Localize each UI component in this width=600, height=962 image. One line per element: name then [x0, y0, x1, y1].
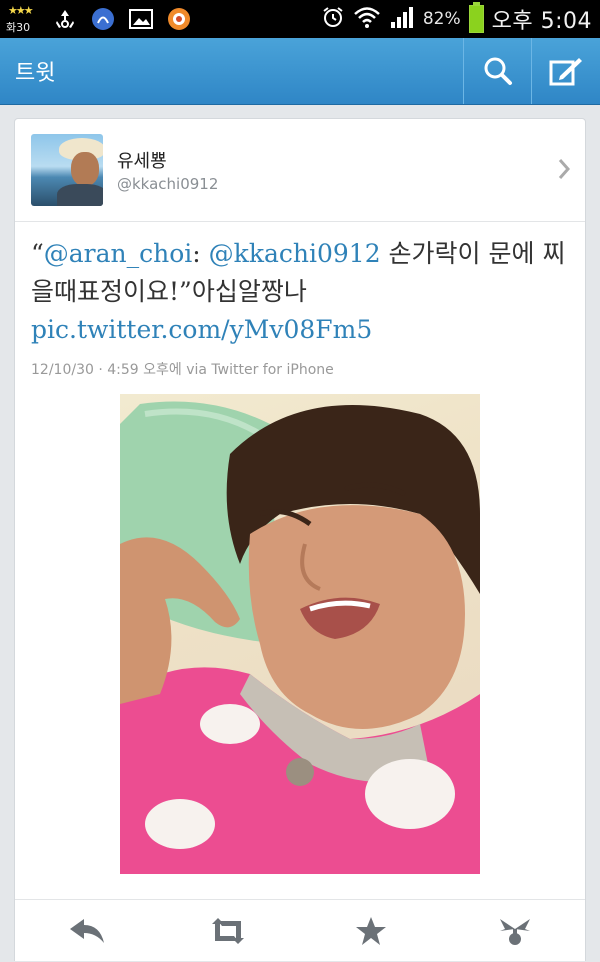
- mention-link[interactable]: @kkachi0912: [209, 239, 381, 268]
- favorite-button[interactable]: [351, 914, 391, 948]
- alarm-icon: [321, 5, 345, 33]
- user-row[interactable]: 유세뿅 @kkachi0912: [15, 119, 585, 222]
- tweet-text: “@aran_choi: @kkachi0912 손가락이 문에 찌을때표정이요…: [31, 235, 576, 349]
- chevron-right-icon[interactable]: [557, 157, 571, 181]
- app-icon: [90, 6, 116, 32]
- page-title: 트윗: [15, 61, 56, 86]
- signal-icon: [389, 5, 415, 33]
- compose-icon: [549, 58, 582, 86]
- tweet-photo[interactable]: [120, 394, 480, 874]
- user-handle: @kkachi0912: [117, 175, 219, 193]
- favorite-icon: [356, 917, 386, 945]
- tweet-card: 유세뿅 @kkachi0912 “@aran_choi: @kkachi0912…: [14, 118, 586, 961]
- reply-icon: [70, 919, 104, 943]
- weather-temp: 화30: [6, 21, 31, 34]
- mention-link[interactable]: @aran_choi: [44, 239, 193, 268]
- search-button[interactable]: [463, 38, 531, 104]
- weather-icon: ★★★ 화30: [6, 4, 34, 34]
- tweet-actions-bar: [15, 899, 585, 962]
- recycle-icon: [52, 6, 78, 32]
- gallery-icon: [128, 6, 154, 32]
- wifi-icon: [353, 5, 381, 33]
- reply-button[interactable]: [67, 914, 107, 948]
- compose-button[interactable]: [531, 38, 599, 104]
- status-time: 오후 5:04: [491, 9, 592, 34]
- action-bar: 트윗: [0, 38, 600, 105]
- status-bar-system: 82% 오후 5:04: [321, 2, 592, 34]
- avatar[interactable]: [31, 134, 103, 206]
- more-icon: [500, 919, 530, 945]
- quote-mark: “: [31, 239, 44, 268]
- retweet-button[interactable]: [208, 914, 248, 948]
- retweet-icon: [212, 918, 244, 944]
- battery-percent: 82%: [422, 9, 461, 29]
- tweet-meta: 12/10/30 · 4:59 오후에 via Twitter for iPho…: [31, 362, 334, 378]
- status-bar: ★★★ 화30 82% 오후 5:04: [0, 0, 600, 38]
- more-button[interactable]: [495, 914, 535, 948]
- search-icon: [484, 57, 512, 85]
- tweet-text-colon: :: [192, 239, 209, 268]
- picture-link[interactable]: pic.twitter.com/yMv08Fm5: [31, 315, 372, 344]
- status-bar-notifications: ★★★ 화30: [6, 4, 192, 34]
- user-name: 유세뿅: [117, 151, 167, 172]
- battery-icon: [468, 2, 484, 33]
- app2-icon: [166, 6, 192, 32]
